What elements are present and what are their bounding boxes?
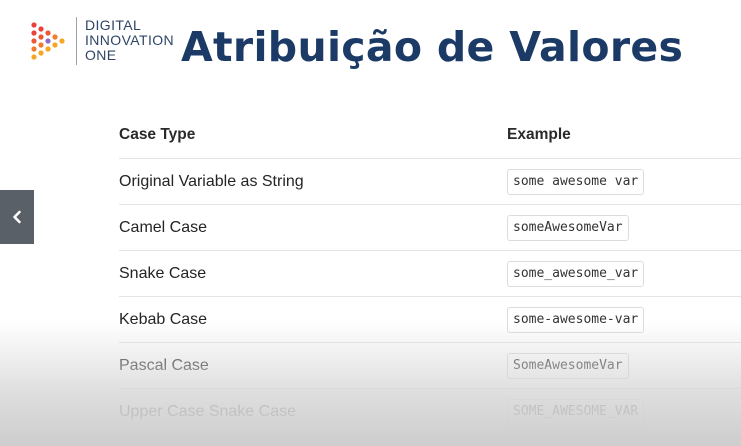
case-type-cell: Pascal Case <box>119 356 209 374</box>
case-type-table: Case Type Example Original Variable as S… <box>119 112 741 435</box>
column-header-case-type: Case Type <box>119 126 196 143</box>
page-title: Atribuição de Valores <box>181 23 684 71</box>
example-cell: some awesome var <box>507 159 645 204</box>
table-row: Original Variable as String some awesome… <box>119 159 741 205</box>
table-row: Camel Case someAwesomeVar <box>119 205 741 251</box>
case-type-cell: Upper Case Snake Case <box>119 402 296 420</box>
example-cell: some_awesome_var <box>507 251 645 296</box>
example-cell: someAwesomeVar <box>507 205 629 250</box>
example-code: someAwesomeVar <box>507 214 629 241</box>
example-code: some_awesome_var <box>507 260 645 287</box>
table-row: Pascal Case SomeAwesomeVar <box>119 343 741 389</box>
example-cell: some-awesome-var <box>507 297 645 342</box>
case-type-cell: Original Variable as String <box>119 172 304 190</box>
case-type-cell: Kebab Case <box>119 310 208 328</box>
logo-divider <box>76 17 77 65</box>
example-code: SomeAwesomeVar <box>507 352 629 379</box>
table-header-row: Case Type Example <box>119 112 741 159</box>
example-cell: SomeAwesomeVar <box>507 343 629 388</box>
example-code: SOME_AWESOME_VAR <box>507 398 645 425</box>
logo-wordmark: DIGITAL INNOVATION ONE <box>85 18 174 63</box>
table-row: Snake Case some_awesome_var <box>119 251 741 297</box>
column-header-example: Example <box>507 126 571 143</box>
case-type-cell: Camel Case <box>119 218 208 236</box>
logo: DIGITAL INNOVATION ONE <box>30 17 185 67</box>
table-row: Kebab Case some-awesome-var <box>119 297 741 343</box>
example-cell: SOME_AWESOME_VAR <box>507 389 645 434</box>
logo-line-2: INNOVATION <box>85 32 175 48</box>
logo-mark-icon <box>31 22 65 60</box>
case-type-cell: Snake Case <box>119 264 207 282</box>
previous-slide-button[interactable] <box>0 190 34 244</box>
table-row: Upper Case Snake Case SOME_AWESOME_VAR <box>119 389 741 435</box>
slide: DIGITAL INNOVATION ONE Atribuição de Val… <box>0 0 741 446</box>
logo-line-1: DIGITAL <box>85 17 142 33</box>
chevron-left-icon <box>13 210 21 224</box>
example-code: some-awesome-var <box>507 306 645 333</box>
example-code: some awesome var <box>507 168 645 195</box>
logo-line-3: ONE <box>85 47 117 63</box>
